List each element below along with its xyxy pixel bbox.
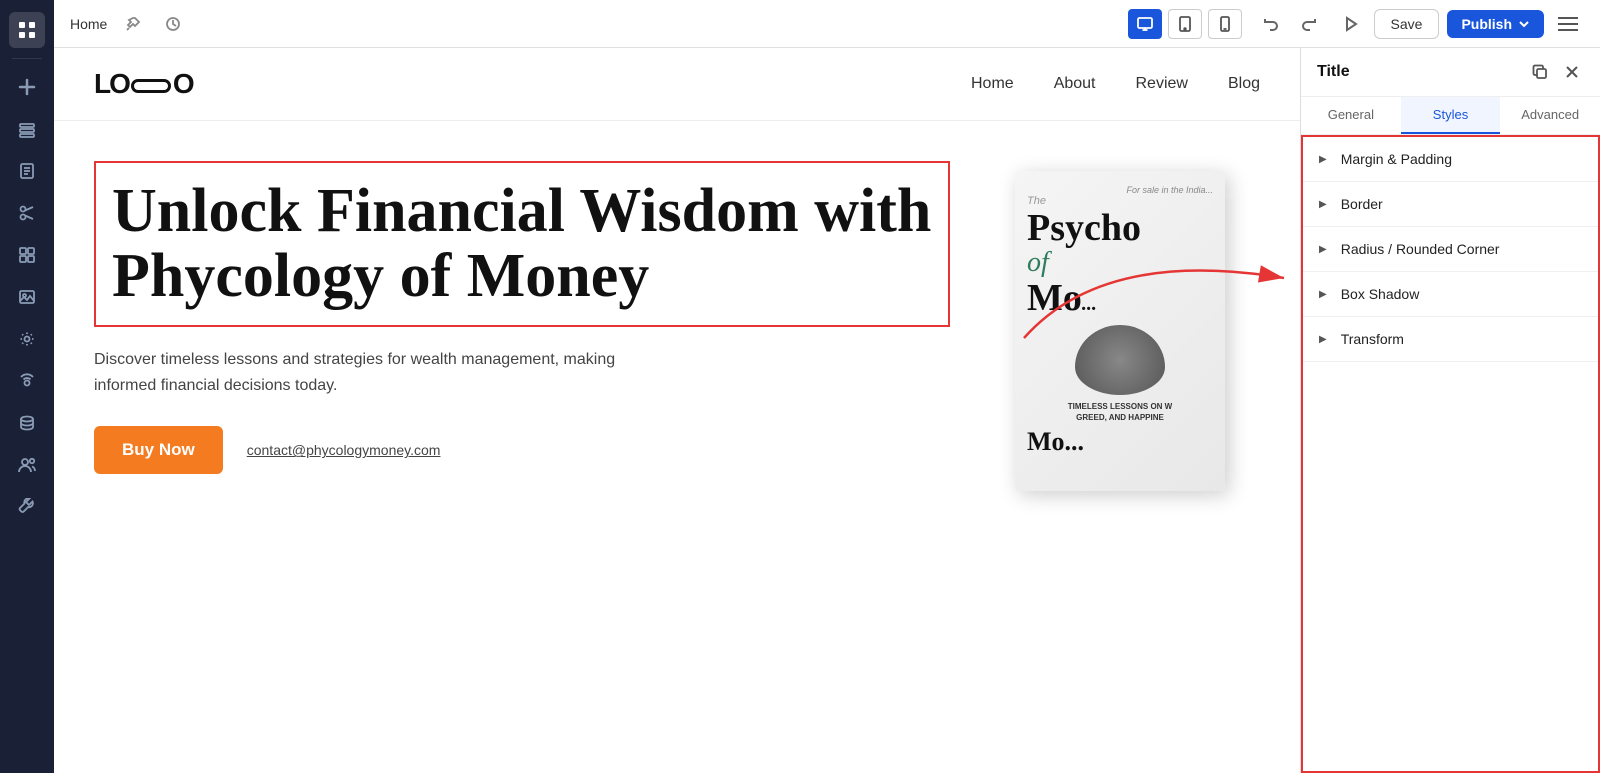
publish-button[interactable]: Publish	[1447, 10, 1544, 38]
main-area: Home	[54, 0, 1600, 773]
book-title-of: of	[1027, 247, 1049, 279]
logo-rect	[131, 79, 171, 93]
section-label-transform: Transform	[1341, 331, 1404, 347]
nav-link-about[interactable]: About	[1054, 75, 1096, 93]
section-label-radius: Radius / Rounded Corner	[1341, 241, 1500, 257]
nav-link-blog[interactable]: Blog	[1228, 75, 1260, 93]
canvas-area: LOO Home About Review Blog Unlock Financ…	[54, 48, 1600, 773]
hero-left: Unlock Financial Wisdom with Phycology o…	[94, 161, 950, 501]
tab-general[interactable]: General	[1301, 97, 1401, 134]
nav-links: Home About Review Blog	[971, 75, 1260, 93]
panel-header: Title	[1301, 48, 1600, 97]
top-bar-left: Home	[70, 10, 1116, 38]
history-icon[interactable]	[159, 10, 187, 38]
section-transform[interactable]: ▶ Transform	[1303, 317, 1598, 362]
section-arrow-transform: ▶	[1319, 334, 1327, 345]
page-icon[interactable]	[9, 153, 45, 189]
page-name: Home	[70, 16, 107, 32]
section-label-shadow: Box Shadow	[1341, 286, 1420, 302]
panel-copy-icon[interactable]	[1528, 60, 1552, 84]
desktop-viewport-btn[interactable]	[1128, 9, 1162, 39]
users-icon[interactable]	[9, 447, 45, 483]
panel-sections: ▶ Margin & Padding ▶ Border ▶ Radius / R…	[1301, 135, 1600, 773]
hamburger-menu-icon[interactable]	[1552, 8, 1584, 40]
website-preview: LOO Home About Review Blog Unlock Financ…	[54, 48, 1300, 773]
broadcast-icon[interactable]	[9, 363, 45, 399]
hero-title-box: Unlock Financial Wisdom with Phycology o…	[94, 161, 950, 327]
sidebar-divider-1	[12, 58, 42, 59]
hero-right: For sale in the India... The Psycho of M…	[980, 161, 1260, 501]
panel-header-icons	[1528, 60, 1584, 84]
hero-title: Unlock Financial Wisdom with Phycology o…	[112, 179, 932, 309]
buy-now-button[interactable]: Buy Now	[94, 426, 223, 474]
site-navigation: LOO Home About Review Blog	[54, 48, 1300, 121]
section-arrow-shadow: ▶	[1319, 289, 1327, 300]
section-label-margin: Margin & Padding	[1341, 151, 1452, 167]
components-icon[interactable]	[9, 237, 45, 273]
scissors-icon[interactable]	[9, 195, 45, 231]
section-border[interactable]: ▶ Border	[1303, 182, 1598, 227]
book-cover-inner: For sale in the India... The Psycho of M…	[1015, 171, 1225, 491]
settings-icon[interactable]	[9, 321, 45, 357]
panel-tabs: General Styles Advanced	[1301, 97, 1600, 135]
contact-link[interactable]: contact@phycologymoney.com	[247, 442, 441, 458]
book-title-mo: Mo...	[1027, 279, 1213, 317]
viewport-controls	[1128, 9, 1242, 39]
save-button[interactable]: Save	[1374, 9, 1440, 39]
image-icon[interactable]	[9, 279, 45, 315]
preview-icon[interactable]	[1334, 8, 1366, 40]
section-box-shadow[interactable]: ▶ Box Shadow	[1303, 272, 1598, 317]
database-icon[interactable]	[9, 405, 45, 441]
top-bar: Home	[54, 0, 1600, 48]
book-cover: For sale in the India... The Psycho of M…	[1015, 171, 1225, 491]
section-arrow-radius: ▶	[1319, 244, 1327, 255]
hero-actions: Buy Now contact@phycologymoney.com	[94, 426, 950, 474]
section-label-border: Border	[1341, 196, 1383, 212]
tab-styles[interactable]: Styles	[1401, 97, 1501, 134]
hero-section: Unlock Financial Wisdom with Phycology o…	[54, 121, 1300, 521]
nav-link-review[interactable]: Review	[1136, 75, 1188, 93]
undo-icon[interactable]	[1254, 8, 1286, 40]
panel-close-icon[interactable]	[1560, 60, 1584, 84]
redo-icon[interactable]	[1294, 8, 1326, 40]
layers-icon[interactable]	[9, 111, 45, 147]
panel-title: Title	[1317, 63, 1350, 81]
book-title-mo2: Mo...	[1027, 427, 1213, 457]
book-sale-text: For sale in the India...	[1027, 185, 1213, 195]
tablet-viewport-btn[interactable]	[1168, 9, 1202, 39]
tools-icon[interactable]	[9, 489, 45, 525]
tab-advanced[interactable]: Advanced	[1500, 97, 1600, 134]
hero-subtitle: Discover timeless lessons and strategies…	[94, 347, 634, 398]
section-radius-rounded[interactable]: ▶ Radius / Rounded Corner	[1303, 227, 1598, 272]
grid-nav-icon[interactable]	[9, 12, 45, 48]
add-element-icon[interactable]	[9, 69, 45, 105]
right-panel: Title	[1300, 48, 1600, 773]
section-arrow-margin: ▶	[1319, 154, 1327, 165]
book-brain-image	[1075, 325, 1165, 395]
nav-link-home[interactable]: Home	[971, 75, 1014, 93]
book-title-psycho: Psycho	[1027, 209, 1213, 247]
top-bar-right: Save Publish	[1254, 8, 1584, 40]
book-title-the: The	[1027, 195, 1213, 207]
section-arrow-border: ▶	[1319, 199, 1327, 210]
left-sidebar	[0, 0, 54, 773]
mobile-viewport-btn[interactable]	[1208, 9, 1242, 39]
pin-icon[interactable]	[119, 10, 147, 38]
site-logo: LOO	[94, 68, 193, 100]
section-margin-padding[interactable]: ▶ Margin & Padding	[1303, 137, 1598, 182]
book-bottom-text: TIMELESS LESSONS ON WGREED, AND HAPPINE	[1027, 401, 1213, 423]
